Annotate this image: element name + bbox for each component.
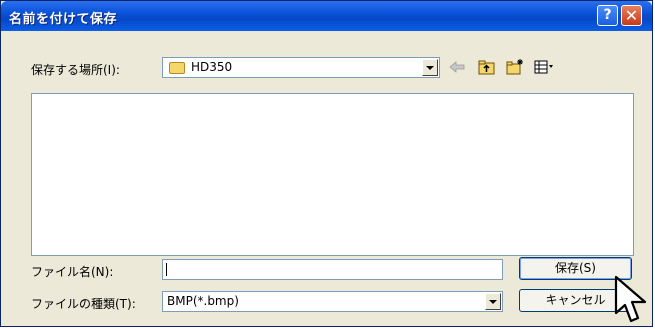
filename-input[interactable] xyxy=(162,259,503,280)
filetype-dropdown[interactable]: BMP(*.bmp) xyxy=(162,291,503,312)
up-folder-icon[interactable] xyxy=(477,58,497,76)
location-label: 保存する場所(I): xyxy=(31,63,120,77)
filetype-dropdown-arrow[interactable] xyxy=(485,293,501,310)
filename-label: ファイル名(N): xyxy=(31,265,114,279)
title-bar[interactable]: 名前を付けて保存 ? ✕ xyxy=(1,1,652,31)
window-title: 名前を付けて保存 xyxy=(9,12,118,27)
filetype-label: ファイルの種類(T): xyxy=(31,297,136,311)
view-menu-icon[interactable] xyxy=(534,58,554,76)
location-dropdown-arrow[interactable] xyxy=(422,59,438,76)
close-button[interactable]: ✕ xyxy=(621,5,642,26)
folder-icon xyxy=(169,62,185,74)
help-button[interactable]: ? xyxy=(597,5,618,26)
mouse-cursor-icon xyxy=(614,275,647,323)
text-caret xyxy=(166,263,167,276)
back-arrow-icon[interactable] xyxy=(447,58,467,76)
location-dropdown[interactable]: HD350 xyxy=(162,57,440,78)
filetype-value: BMP(*.bmp) xyxy=(167,294,239,308)
location-value: HD350 xyxy=(191,60,233,74)
file-list[interactable] xyxy=(31,93,634,256)
new-folder-icon[interactable] xyxy=(505,58,525,76)
save-as-dialog: 名前を付けて保存 ? ✕ 保存する場所(I): HD350 ファイル名(N): … xyxy=(0,0,653,327)
